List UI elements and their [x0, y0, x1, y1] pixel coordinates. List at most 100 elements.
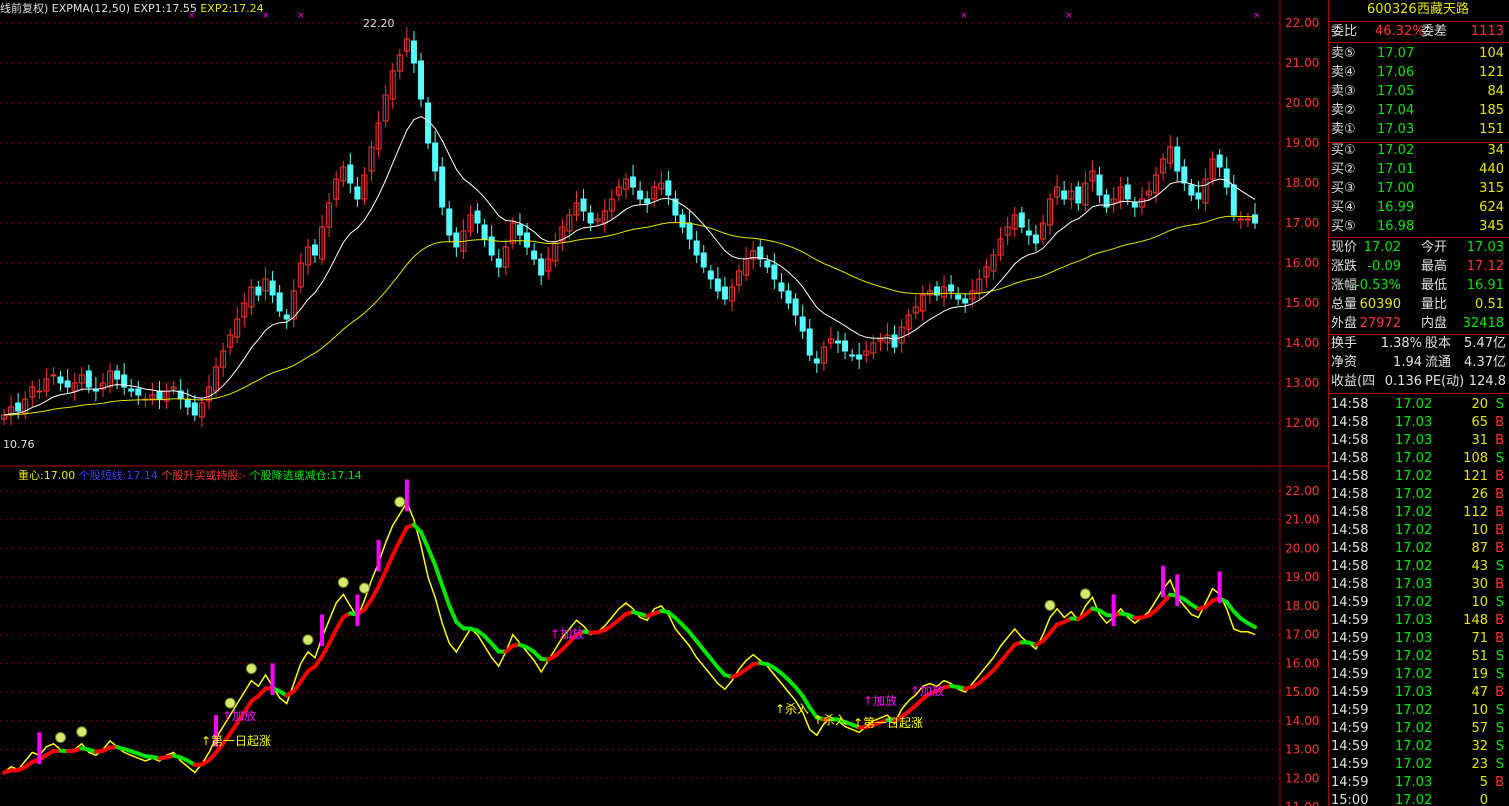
lower-tick-label: 12.00	[1285, 771, 1319, 785]
tick-volume: 47	[1471, 685, 1488, 700]
bid-row[interactable]: 买③ 17.00 315	[1329, 180, 1509, 198]
ask-row[interactable]: 卖⑤ 17.07 104	[1329, 45, 1509, 63]
candle-body	[679, 214, 686, 228]
indicator-name[interactable]: EXPMA(12,50)	[52, 2, 130, 15]
candle-body	[1075, 186, 1082, 204]
lower-tick-label: 19.00	[1285, 570, 1319, 584]
stat-label: 最低	[1421, 278, 1448, 293]
tick-time: 14:58	[1331, 469, 1369, 484]
tick-row[interactable]: 15:00 17.02 0	[1329, 792, 1509, 806]
tick-row[interactable]: 14:59 17.02 10 S	[1329, 702, 1509, 720]
lower-tick-label: 16.00	[1285, 656, 1319, 670]
chart-area[interactable]: 22.00 21.00 20.00 19.00 18.00 17.00 16.00 15.00…	[0, 0, 1328, 806]
candle-body	[481, 224, 488, 240]
tick-row[interactable]: 14:59 17.02 10 S	[1329, 594, 1509, 612]
stat-row[interactable]: 涨跌 -0.09 最高 17.12	[1329, 258, 1509, 276]
tick-time: 14:59	[1331, 703, 1369, 718]
stat-row[interactable]: 外盘 27972 内盘 32418	[1329, 315, 1509, 333]
upper-tick-label: 22.00	[1285, 16, 1319, 30]
tick-row[interactable]: 14:58 17.03 65 B	[1329, 414, 1509, 432]
apple-icon	[76, 726, 88, 738]
ask-row[interactable]: 卖③ 17.05 84	[1329, 83, 1509, 101]
tick-row[interactable]: 14:58 17.02 112 B	[1329, 504, 1509, 522]
tick-volume: 87	[1471, 541, 1488, 556]
tick-row[interactable]: 14:58 17.02 20 S	[1329, 396, 1509, 414]
tick-row[interactable]: 14:59 17.03 5 B	[1329, 774, 1509, 792]
bid-row[interactable]: 买⑤ 16.98 345	[1329, 218, 1509, 236]
tick-price: 17.02	[1395, 523, 1433, 538]
weibi-value: 46.32%	[1375, 24, 1425, 39]
stat-row[interactable]: 涨幅 -0.53% 最低 16.91	[1329, 277, 1509, 295]
tick-row[interactable]: 14:58 17.02 87 B	[1329, 540, 1509, 558]
marker-x: ×	[297, 11, 305, 21]
trend-segment	[433, 563, 445, 588]
bid-price: 16.98	[1377, 219, 1415, 234]
tick-row[interactable]: 14:58 17.02 108 S	[1329, 450, 1509, 468]
candle-body	[85, 370, 92, 388]
ask-label: 卖⑤	[1331, 46, 1356, 61]
tick-row[interactable]: 14:58 17.02 43 S	[1329, 558, 1509, 576]
low-price-label: 10.76	[3, 438, 35, 451]
bid-row[interactable]: 买① 17.02 34	[1329, 142, 1509, 160]
upper-tick-label: 15.00	[1285, 296, 1319, 310]
tick-side: S	[1495, 739, 1504, 754]
tick-volume: 19	[1471, 667, 1488, 682]
tick-time: 14:58	[1331, 397, 1369, 412]
candle-body	[764, 260, 771, 268]
apple-icon	[394, 496, 406, 508]
tick-row[interactable]: 14:59 17.03 148 B	[1329, 612, 1509, 630]
tick-row[interactable]: 14:59 17.03 71 B	[1329, 630, 1509, 648]
stat-value: 0.136	[1384, 374, 1422, 389]
stat-label: 换手	[1331, 336, 1358, 351]
candle-body	[714, 278, 721, 292]
stat-row[interactable]: 净资 1.94 流通 4.37亿	[1329, 354, 1509, 372]
tick-time: 14:58	[1331, 541, 1369, 556]
stat-label: 现价	[1331, 240, 1358, 255]
adjust-mode[interactable]: 线前复权)	[0, 2, 48, 15]
tick-time: 14:59	[1331, 757, 1369, 772]
bid-price: 17.01	[1377, 162, 1415, 177]
tick-row[interactable]: 14:58 17.02 10 B	[1329, 522, 1509, 540]
signal-kill-1: ↑杀入	[775, 702, 810, 716]
tick-price: 17.03	[1395, 415, 1433, 430]
tick-row[interactable]: 14:59 17.02 32 S	[1329, 738, 1509, 756]
ask-row[interactable]: 卖④ 17.06 121	[1329, 64, 1509, 82]
stock-title[interactable]: 600326 西藏天路	[1329, 1, 1509, 19]
tick-side: B	[1495, 685, 1504, 700]
tick-row[interactable]: 14:59 17.02 57 S	[1329, 720, 1509, 738]
tick-row[interactable]: 14:58 17.02 26 B	[1329, 486, 1509, 504]
bid-price: 16.99	[1377, 200, 1415, 215]
ask-row[interactable]: 卖② 17.04 185	[1329, 102, 1509, 120]
ask-row[interactable]: 卖① 17.03 151	[1329, 121, 1509, 139]
candle-body	[1181, 166, 1188, 184]
tick-row[interactable]: 14:59 17.03 47 B	[1329, 684, 1509, 702]
stat-row[interactable]: 收益(四 0.136 PE(动) 124.8	[1329, 373, 1509, 391]
tick-row[interactable]: 14:58 17.03 31 B	[1329, 432, 1509, 450]
tick-row[interactable]: 14:59 17.02 19 S	[1329, 666, 1509, 684]
tick-row[interactable]: 14:58 17.03 30 B	[1329, 576, 1509, 594]
tick-volume: 10	[1471, 595, 1488, 610]
stat-label: PE(动)	[1425, 374, 1465, 389]
candle-body	[1223, 168, 1230, 188]
tick-row[interactable]: 14:58 17.02 121 B	[1329, 468, 1509, 486]
candle-body	[785, 290, 792, 304]
candle-body	[57, 376, 64, 384]
candle-body	[630, 176, 637, 188]
bid-row[interactable]: 买② 17.01 440	[1329, 161, 1509, 179]
tick-row[interactable]: 14:59 17.02 51 S	[1329, 648, 1509, 666]
stat-row[interactable]: 现价 17.02 今开 17.03	[1329, 239, 1509, 257]
tick-side: B	[1495, 505, 1504, 520]
stat-row[interactable]: 总量 60390 量比 0.51	[1329, 296, 1509, 314]
signal-bar	[404, 479, 409, 512]
signal-add-2: ↑加放	[550, 627, 585, 641]
exp1-value: EXP1:17.55	[133, 2, 197, 15]
quote-panel: 600326 西藏天路 委比 46.32% 委差 1113 卖⑤ 17.07 104 卖④ 17.0…	[1328, 0, 1509, 806]
stat-row[interactable]: 换手 1.38% 股本 5.47亿	[1329, 335, 1509, 353]
ask-volume: 151	[1479, 122, 1504, 137]
quote-separator	[1329, 237, 1509, 238]
lower-tick-label: 18.00	[1285, 599, 1319, 613]
tick-row[interactable]: 14:59 17.02 23 S	[1329, 756, 1509, 774]
bid-row[interactable]: 买④ 16.99 624	[1329, 199, 1509, 217]
weibi-row[interactable]: 委比 46.32% 委差 1113	[1329, 23, 1509, 41]
tick-price: 17.02	[1395, 469, 1433, 484]
